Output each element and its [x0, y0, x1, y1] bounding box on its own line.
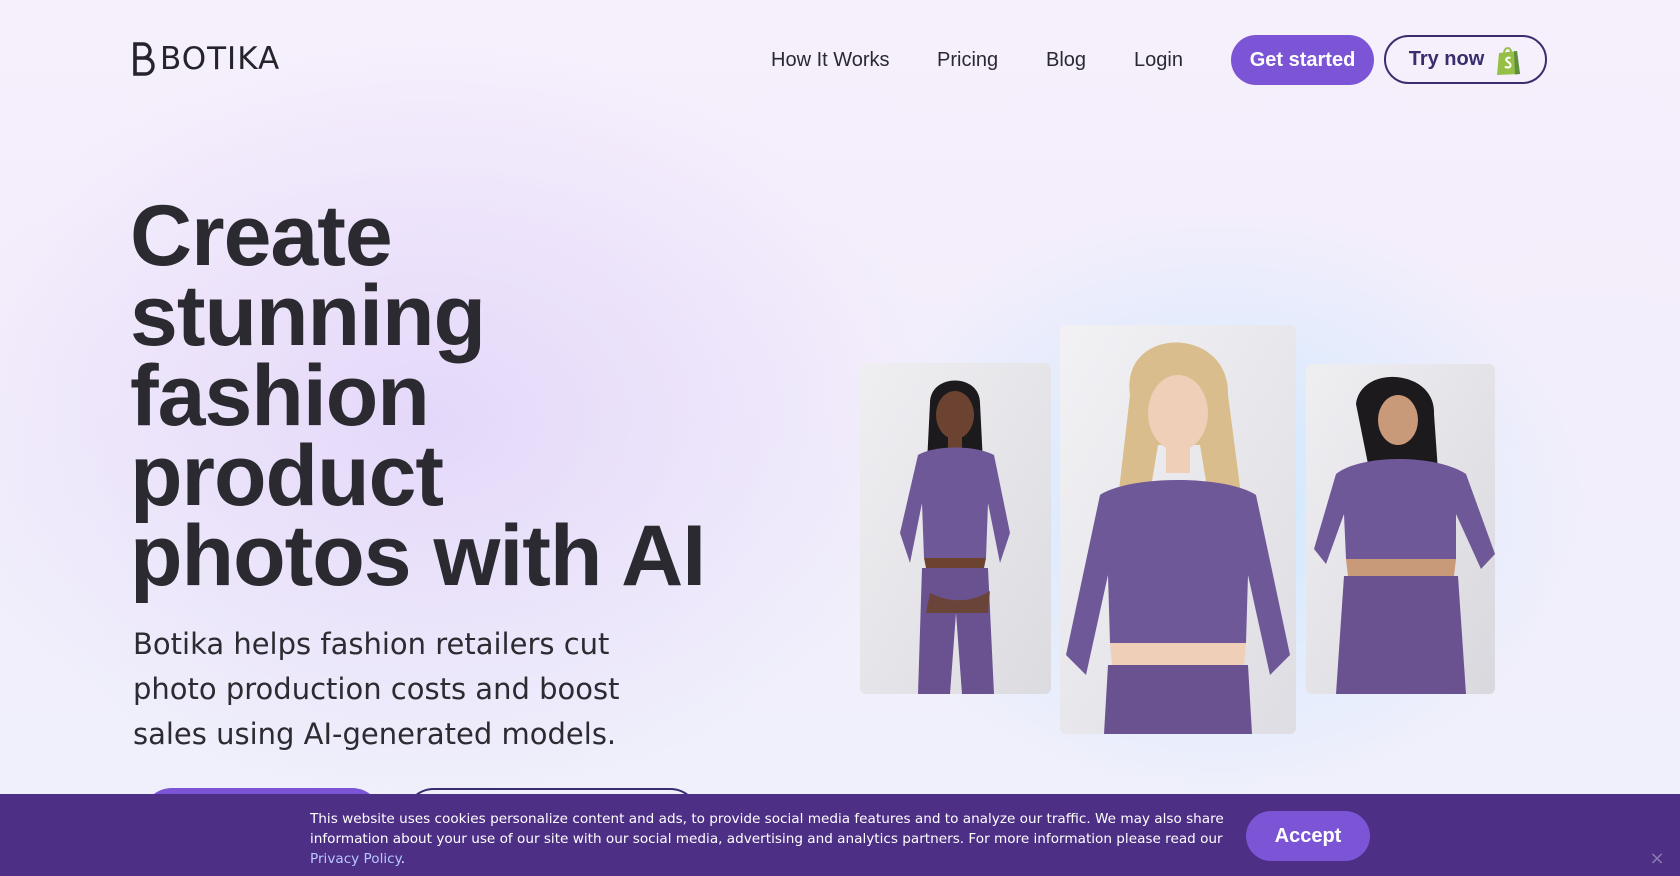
model-photo-right: [1306, 364, 1495, 694]
accept-cookies-button[interactable]: Accept: [1246, 811, 1370, 861]
try-now-label: Try now: [1408, 48, 1485, 70]
model-photo-right-image: [1306, 364, 1495, 694]
hero-subtitle: Botika helps fashion retailers cut photo…: [133, 627, 620, 751]
close-icon[interactable]: ×: [1648, 850, 1666, 868]
get-started-button[interactable]: Get started: [1231, 35, 1374, 85]
hero-title-line: Create: [130, 188, 393, 284]
privacy-policy-link[interactable]: Privacy Policy: [310, 851, 401, 867]
shopify-bag-icon: [1497, 46, 1521, 75]
hero-title-line: photos with AI: [130, 508, 706, 604]
nav-link-how-it-works[interactable]: How It Works: [771, 45, 890, 75]
nav-link-pricing[interactable]: Pricing: [937, 45, 998, 75]
hero-title-line: product: [130, 428, 444, 524]
hero-title: Create stunning fashion product photos w…: [130, 188, 770, 604]
hero-title-line: stunning: [130, 268, 486, 364]
model-photo-left: [860, 363, 1051, 694]
model-photo-center: [1060, 325, 1296, 734]
cookie-message-text: This website uses cookies personalize co…: [310, 811, 1224, 847]
cookie-message-end: .: [400, 851, 406, 867]
try-now-button[interactable]: Try now: [1384, 35, 1547, 84]
site-header: BOTIKA How It Works Pricing Blog Login G…: [0, 0, 1680, 120]
model-photo-left-image: [860, 363, 1051, 694]
nav-link-blog[interactable]: Blog: [1046, 45, 1086, 75]
cookie-consent-bar: This website uses cookies personalize co…: [0, 794, 1680, 876]
get-started-label: Get started: [1249, 48, 1356, 71]
accept-label: Accept: [1274, 824, 1342, 847]
nav-link-login[interactable]: Login: [1134, 45, 1183, 75]
hero-title-line: fashion: [130, 348, 430, 444]
cookie-message: This website uses cookies personalize co…: [310, 809, 1240, 869]
model-photo-center-image: [1060, 325, 1296, 734]
